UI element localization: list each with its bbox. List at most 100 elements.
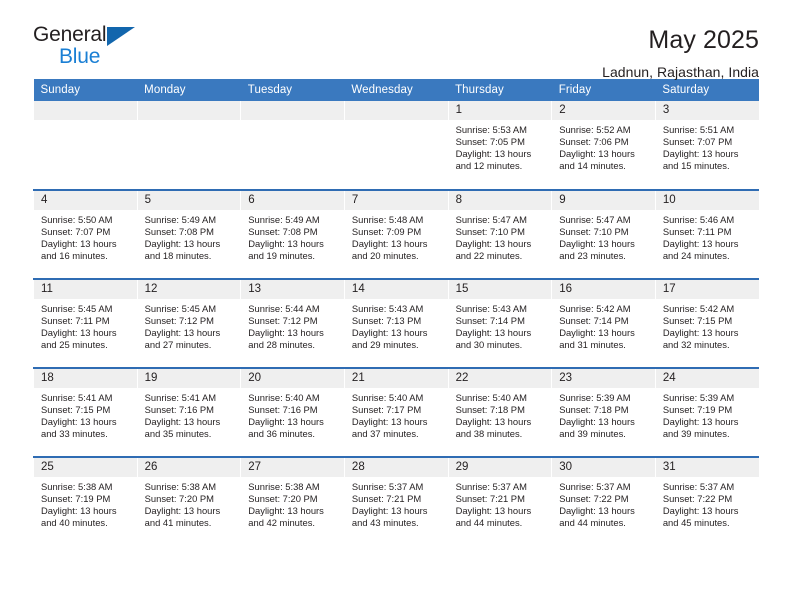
day-details: Sunrise: 5:37 AM Sunset: 7:22 PM Daylight:… — [656, 477, 759, 529]
daylight-text: Daylight: 13 hours and 33 minutes. — [41, 416, 117, 440]
calendar-day-cell[interactable]: 24 Sunrise: 5:39 AM Sunset: 7:19 PM Dayligh… — [654, 368, 759, 457]
daylight-text: Daylight: 13 hours and 44 minutes. — [559, 505, 635, 529]
sunrise-text: Sunrise: 5:40 AM — [351, 392, 424, 403]
day-number — [137, 101, 241, 120]
calendar-day-cell[interactable]: 10 Sunrise: 5:46 AM Sunset: 7:11 PM Dayligh… — [654, 190, 759, 279]
sunset-text: Sunset: 7:22 PM — [662, 493, 733, 505]
daylight-text: Daylight: 13 hours and 16 minutes. — [41, 238, 117, 262]
day-number: 10 — [655, 191, 759, 210]
daylight-text: Daylight: 13 hours and 42 minutes. — [248, 505, 324, 529]
calendar-day-cell[interactable]: 14 Sunrise: 5:43 AM Sunset: 7:13 PM Dayligh… — [343, 279, 449, 368]
sunrise-text: Sunrise: 5:40 AM — [248, 392, 320, 403]
calendar-day-cell[interactable]: 9 Sunrise: 5:47 AM Sunset: 7:10 PM Daylight… — [551, 190, 656, 279]
calendar-day-cell[interactable]: 15 Sunrise: 5:43 AM Sunset: 7:14 PM Dayligh… — [447, 279, 552, 368]
calendar-day-cell[interactable]: 11 Sunrise: 5:45 AM Sunset: 7:11 PM Dayligh… — [33, 279, 138, 368]
calendar-day-cell[interactable]: 20 Sunrise: 5:40 AM Sunset: 7:16 PM Dayligh… — [240, 368, 345, 457]
sunrise-text: Sunrise: 5:37 AM — [351, 481, 424, 492]
sunset-text: Sunset: 7:08 PM — [144, 226, 214, 238]
day-details: Sunrise: 5:41 AM Sunset: 7:16 PM Daylight:… — [138, 388, 241, 440]
calendar-day-cell[interactable]: 1 Sunrise: 5:53 AM Sunset: 7:05 PM Daylight… — [447, 101, 552, 190]
calendar-day-cell[interactable]: 3 Sunrise: 5:51 AM Sunset: 7:07 PM Daylight… — [654, 101, 759, 190]
sunset-text: Sunset: 7:07 PM — [662, 136, 733, 148]
calendar-day-cell[interactable]: 22 Sunrise: 5:40 AM Sunset: 7:18 PM Dayligh… — [447, 368, 552, 457]
sunset-text: Sunset: 7:19 PM — [662, 404, 733, 416]
day-details: Sunrise: 5:40 AM Sunset: 7:16 PM Daylight:… — [241, 388, 344, 440]
day-number: 16 — [552, 280, 655, 299]
sunset-text: Sunset: 7:09 PM — [351, 226, 422, 238]
calendar-week-row: 18 Sunrise: 5:41 AM Sunset: 7:15 PM Dayligh… — [33, 368, 759, 457]
calendar-day-cell[interactable]: 6 Sunrise: 5:49 AM Sunset: 7:08 PM Daylight… — [240, 190, 345, 279]
sunset-text: Sunset: 7:14 PM — [455, 315, 525, 327]
calendar-day-cell[interactable]: 25 Sunrise: 5:38 AM Sunset: 7:19 PM Dayligh… — [33, 457, 138, 546]
sunrise-text: Sunrise: 5:41 AM — [41, 392, 113, 403]
calendar-day-cell[interactable]: 28 Sunrise: 5:37 AM Sunset: 7:21 PM Dayligh… — [343, 457, 449, 546]
sunrise-text: Sunrise: 5:52 AM — [559, 124, 631, 135]
calendar-day-cell[interactable]: 26 Sunrise: 5:38 AM Sunset: 7:20 PM Dayligh… — [136, 457, 241, 546]
day-details: Sunrise: 5:43 AM Sunset: 7:13 PM Daylight:… — [345, 299, 448, 351]
calendar-day-cell[interactable]: 13 Sunrise: 5:44 AM Sunset: 7:12 PM Dayligh… — [240, 279, 345, 368]
sunrise-text: Sunrise: 5:37 AM — [559, 481, 631, 492]
sunrise-text: Sunrise: 5:44 AM — [248, 303, 320, 314]
calendar-day-cell[interactable]: 4 Sunrise: 5:50 AM Sunset: 7:07 PM Daylight… — [33, 190, 138, 279]
day-number: 28 — [344, 458, 448, 477]
sunset-text: Sunset: 7:18 PM — [559, 404, 629, 416]
daylight-text: Daylight: 13 hours and 40 minutes. — [41, 505, 117, 529]
sunset-text: Sunset: 7:12 PM — [144, 315, 214, 327]
calendar-day-cell[interactable]: 23 Sunrise: 5:39 AM Sunset: 7:18 PM Dayligh… — [551, 368, 656, 457]
day-number: 15 — [448, 280, 552, 299]
calendar-day-cell[interactable]: 16 Sunrise: 5:42 AM Sunset: 7:14 PM Dayligh… — [551, 279, 656, 368]
calendar-day-cell[interactable]: 5 Sunrise: 5:49 AM Sunset: 7:08 PM Daylight… — [136, 190, 241, 279]
calendar-day-cell[interactable]: 31 Sunrise: 5:37 AM Sunset: 7:22 PM Dayligh… — [654, 457, 759, 546]
calendar-day-cell[interactable]: 8 Sunrise: 5:47 AM Sunset: 7:10 PM Daylight… — [447, 190, 552, 279]
day-number: 12 — [137, 280, 241, 299]
calendar-day-cell[interactable]: 19 Sunrise: 5:41 AM Sunset: 7:16 PM Dayligh… — [136, 368, 241, 457]
calendar-day-cell[interactable]: 18 Sunrise: 5:41 AM Sunset: 7:15 PM Dayligh… — [33, 368, 138, 457]
sunset-text: Sunset: 7:16 PM — [248, 404, 318, 416]
day-number: 3 — [655, 101, 759, 120]
day-details: Sunrise: 5:41 AM Sunset: 7:15 PM Daylight:… — [34, 388, 137, 440]
weekday-header-saturday: Saturday — [655, 79, 759, 101]
sunrise-text: Sunrise: 5:47 AM — [455, 214, 527, 225]
weekday-header-thursday: Thursday — [448, 79, 552, 101]
calendar-day-cell[interactable]: 12 Sunrise: 5:45 AM Sunset: 7:12 PM Dayligh… — [136, 279, 241, 368]
calendar-day-cell[interactable]: 17 Sunrise: 5:42 AM Sunset: 7:15 PM Dayligh… — [654, 279, 759, 368]
daylight-text: Daylight: 13 hours and 25 minutes. — [41, 327, 117, 351]
sunrise-text: Sunrise: 5:49 AM — [248, 214, 320, 225]
calendar-day-cell[interactable]: 21 Sunrise: 5:40 AM Sunset: 7:17 PM Dayligh… — [343, 368, 449, 457]
calendar-header-row: Sunday Monday Tuesday Wednesday Thursday Frid… — [33, 79, 759, 101]
generalblue-logo[interactable]: General Blue — [33, 24, 148, 70]
day-number: 26 — [137, 458, 241, 477]
day-number: 14 — [344, 280, 448, 299]
day-number: 22 — [448, 369, 552, 388]
sunset-text: Sunset: 7:20 PM — [248, 493, 318, 505]
sunset-text: Sunset: 7:07 PM — [41, 226, 111, 238]
day-details: Sunrise: 5:45 AM Sunset: 7:11 PM Daylight:… — [34, 299, 137, 351]
sunrise-text: Sunrise: 5:43 AM — [455, 303, 527, 314]
daylight-text: Daylight: 13 hours and 31 minutes. — [559, 327, 635, 351]
daylight-text: Daylight: 13 hours and 35 minutes. — [144, 416, 221, 440]
weekday-header-tuesday: Tuesday — [240, 79, 345, 101]
calendar-day-cell[interactable]: 2 Sunrise: 5:52 AM Sunset: 7:06 PM Daylight… — [551, 101, 656, 190]
calendar-day-cell-empty — [343, 101, 449, 190]
sunrise-text: Sunrise: 5:49 AM — [144, 214, 217, 225]
daylight-text: Daylight: 13 hours and 43 minutes. — [351, 505, 428, 529]
daylight-text: Daylight: 13 hours and 12 minutes. — [455, 148, 532, 172]
calendar-day-cell[interactable]: 29 Sunrise: 5:37 AM Sunset: 7:21 PM Dayligh… — [447, 457, 552, 546]
calendar-day-cell[interactable]: 27 Sunrise: 5:38 AM Sunset: 7:20 PM Dayligh… — [240, 457, 345, 546]
day-details: Sunrise: 5:44 AM Sunset: 7:12 PM Daylight:… — [241, 299, 344, 351]
calendar-day-cell[interactable]: 7 Sunrise: 5:48 AM Sunset: 7:09 PM Daylight… — [343, 190, 449, 279]
daylight-text: Daylight: 13 hours and 36 minutes. — [248, 416, 324, 440]
calendar-day-cell[interactable]: 30 Sunrise: 5:37 AM Sunset: 7:22 PM Dayligh… — [551, 457, 656, 546]
day-number: 1 — [448, 101, 552, 120]
day-number: 24 — [655, 369, 759, 388]
sunrise-text: Sunrise: 5:50 AM — [41, 214, 113, 225]
day-number: 6 — [241, 191, 344, 210]
daylight-text: Daylight: 13 hours and 39 minutes. — [559, 416, 635, 440]
day-details: Sunrise: 5:38 AM Sunset: 7:19 PM Daylight:… — [34, 477, 137, 529]
day-number: 13 — [241, 280, 344, 299]
calendar-day-cell-empty — [33, 101, 138, 190]
sunset-text: Sunset: 7:16 PM — [144, 404, 214, 416]
day-number: 5 — [137, 191, 241, 210]
sunrise-text: Sunrise: 5:46 AM — [662, 214, 735, 225]
sunset-text: Sunset: 7:08 PM — [248, 226, 318, 238]
